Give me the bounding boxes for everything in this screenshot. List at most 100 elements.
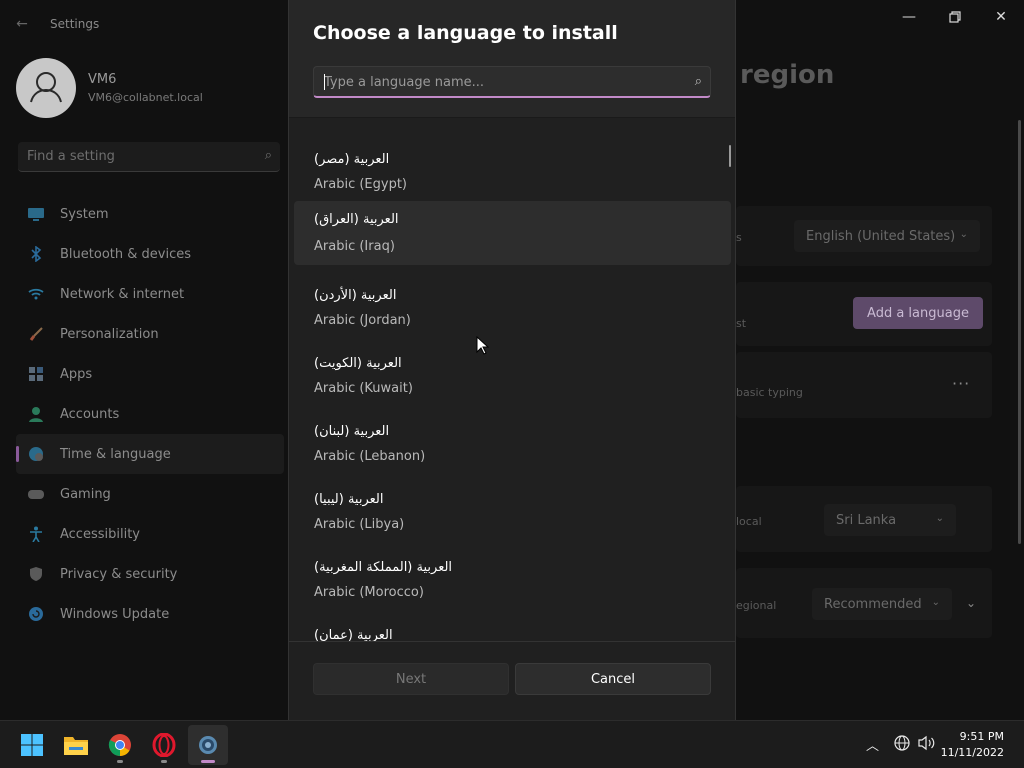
language-search-input[interactable] — [324, 73, 664, 91]
close-icon[interactable]: ✕ — [978, 6, 1024, 28]
language-item[interactable]: العربية (الكويت) Arabic (Kuwait) — [294, 335, 731, 399]
sidebar-item-network[interactable]: Network & internet — [0, 274, 288, 314]
language-item[interactable]: العربية (عمان) — [294, 607, 731, 641]
file-explorer-icon[interactable] — [56, 725, 96, 765]
settings-icon[interactable] — [188, 725, 228, 765]
language-native-name: العربية (الأردن) — [314, 288, 397, 303]
regional-format-fragment: egional — [736, 599, 777, 612]
find-setting-placeholder: Find a setting — [27, 149, 115, 164]
language-english-name: Arabic (Kuwait) — [314, 381, 413, 396]
accessibility-icon — [28, 526, 44, 542]
sidebar-item-label: Apps — [60, 366, 93, 382]
sidebar-item-gaming[interactable]: Gaming — [0, 474, 288, 514]
gamepad-icon — [28, 486, 44, 502]
globe-icon[interactable] — [894, 735, 910, 755]
page-scrollbar[interactable] — [1018, 120, 1021, 544]
language-item[interactable]: العربية (المملكة المغربية) Arabic (Moroc… — [294, 539, 731, 603]
language-native-name: العربية (العراق) — [314, 212, 399, 227]
clock-time[interactable]: 9:51 PM — [960, 730, 1004, 743]
sidebar-item-apps[interactable]: Apps — [0, 354, 288, 394]
language-item[interactable]: العربية (ليبيا) Arabic (Libya) — [294, 471, 731, 535]
language-native-name: العربية (المملكة المغربية) — [314, 560, 453, 575]
running-indicator — [161, 760, 167, 763]
globe-clock-icon — [28, 446, 44, 462]
user-name: VM6 — [88, 72, 117, 87]
sidebar-item-personalization[interactable]: Personalization — [0, 314, 288, 354]
search-icon: ⌕ — [264, 148, 272, 163]
sidebar-item-time-language[interactable]: Time & language — [16, 434, 284, 474]
active-indicator — [201, 760, 215, 763]
start-icon[interactable] — [12, 725, 52, 765]
sidebar-item-label: Gaming — [60, 486, 111, 502]
choose-language-dialog: Choose a language to install ⌕ العربية (… — [288, 0, 736, 720]
user-silhouette-icon — [30, 72, 62, 103]
dialog-title: Choose a language to install — [313, 22, 618, 44]
language-english-name: Arabic (Morocco) — [314, 585, 424, 600]
country-label-fragment: local — [736, 515, 762, 528]
more-options-icon[interactable]: ··· — [952, 374, 970, 393]
clock-date[interactable]: 11/11/2022 — [941, 746, 1004, 759]
language-item[interactable]: العربية (الأردن) Arabic (Jordan) — [294, 267, 731, 331]
sidebar-item-label: Personalization — [60, 326, 159, 342]
sidebar-item-label: Accessibility — [60, 526, 140, 542]
chevron-up-icon[interactable]: ︿ — [866, 735, 879, 754]
language-english-name: Arabic (Lebanon) — [314, 449, 426, 464]
cancel-button[interactable]: Cancel — [515, 663, 711, 695]
running-indicator — [117, 760, 123, 763]
regional-format-card: egional Recommended ⌄ — [736, 568, 992, 638]
sidebar-item-label: System — [60, 206, 109, 222]
dialog-header: Choose a language to install ⌕ — [289, 0, 735, 118]
sidebar-item-accessibility[interactable]: Accessibility — [0, 514, 288, 554]
next-button[interactable]: Next — [313, 663, 509, 695]
chevron-down-icon: ⌄ — [935, 513, 944, 524]
sidebar-item-bluetooth[interactable]: Bluetooth & devices — [0, 234, 288, 274]
chevron-down-icon: ⌄ — [931, 597, 940, 608]
apps-icon — [28, 366, 44, 382]
sidebar-item-accounts[interactable]: Accounts — [0, 394, 288, 434]
minimize-icon[interactable]: — — [886, 6, 932, 28]
volume-icon[interactable] — [918, 735, 936, 755]
display-language-value: English (United States) — [806, 228, 956, 244]
restore-icon[interactable] — [932, 6, 978, 28]
language-native-name: العربية (عمان) — [314, 628, 393, 641]
chrome-icon[interactable] — [100, 725, 140, 765]
language-list-scrollbar[interactable] — [729, 145, 731, 167]
add-a-language-button[interactable]: Add a language — [853, 297, 983, 329]
language-english-name: Arabic (Libya) — [314, 517, 405, 532]
app-title: Settings — [50, 17, 100, 31]
sidebar-item-label: Privacy & security — [60, 566, 178, 582]
sidebar-item-system[interactable]: System — [0, 194, 288, 234]
opera-icon[interactable] — [144, 725, 184, 765]
basic-typing-fragment: basic typing — [736, 386, 803, 399]
country-value: Sri Lanka — [836, 512, 897, 528]
display-language-dropdown[interactable]: English (United States) ⌄ — [794, 220, 980, 252]
sidebar-nav: System Bluetooth & devices Network & int… — [0, 194, 288, 634]
update-icon — [28, 606, 44, 622]
sidebar-item-windows-update[interactable]: Windows Update — [0, 594, 288, 634]
language-native-name: العربية (الكويت) — [314, 356, 402, 371]
country-region-card: local Sri Lanka ⌄ — [736, 486, 992, 552]
sidebar-item-label: Network & internet — [60, 286, 185, 302]
language-item[interactable]: العربية (مصر) Arabic (Egypt) — [294, 131, 731, 195]
language-english-name: Arabic (Egypt) — [314, 177, 407, 192]
language-item[interactable]: العربية (العراق) Arabic (Iraq) — [294, 201, 731, 265]
sidebar-item-label: Time & language — [60, 446, 171, 462]
country-dropdown[interactable]: Sri Lanka ⌄ — [824, 504, 956, 536]
language-native-name: العربية (لبنان) — [314, 424, 390, 439]
page-title-fragment: region — [740, 60, 835, 90]
search-icon: ⌕ — [694, 74, 702, 89]
regional-format-dropdown[interactable]: Recommended ⌄ — [812, 588, 952, 620]
expand-chevron-icon[interactable]: ⌄ — [966, 596, 976, 610]
preferred-languages-fragment: st — [736, 317, 747, 330]
language-search-box[interactable]: ⌕ — [313, 66, 711, 98]
language-item[interactable]: العربية (لبنان) Arabic (Lebanon) — [294, 403, 731, 467]
back-arrow-icon[interactable]: ← — [10, 12, 34, 36]
language-native-name: العربية (مصر) — [314, 152, 390, 167]
taskbar: ︿ 9:51 PM 11/11/2022 — [0, 720, 1024, 768]
display-language-label-fragment: s — [736, 231, 742, 244]
bluetooth-icon — [28, 246, 44, 262]
account-icon — [28, 406, 44, 422]
find-setting-input[interactable]: Find a setting ⌕ — [18, 142, 280, 172]
sidebar-item-privacy[interactable]: Privacy & security — [0, 554, 288, 594]
sidebar-item-label: Bluetooth & devices — [60, 246, 191, 262]
